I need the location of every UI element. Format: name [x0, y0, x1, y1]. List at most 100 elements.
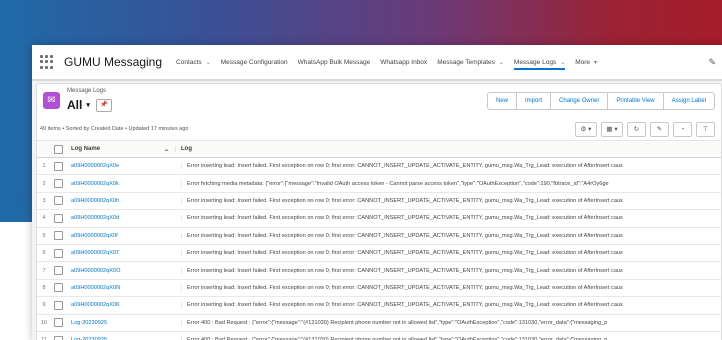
- action-button[interactable]: New: [487, 92, 518, 110]
- row-number: 5: [42, 232, 46, 239]
- log-text: Error inserting lead: Insert failed. Fir…: [181, 163, 721, 170]
- nav-item-label: More: [575, 58, 591, 66]
- edit-icon[interactable]: ✎: [650, 122, 669, 137]
- message-log-object-icon: ✉: [43, 92, 60, 109]
- chevron-down-icon[interactable]: ▾: [86, 101, 90, 109]
- row-checkbox[interactable]: [51, 248, 65, 258]
- sort-chevron-icon[interactable]: ⌄: [164, 146, 169, 153]
- action-button[interactable]: Printable View: [607, 92, 664, 110]
- table-row: 7 a09H0000002qX0O Error inserting lead: In…: [37, 262, 721, 280]
- nav-item[interactable]: Message Templates ⌄: [437, 59, 504, 66]
- table-row: 10 Log-20230925 Error 400 : Bad Request : …: [37, 315, 721, 332]
- row-number: 8: [42, 284, 46, 291]
- log-text: Error inserting lead: Insert failed. Fir…: [181, 232, 721, 239]
- row-number: 2: [42, 180, 46, 187]
- refresh-icon[interactable]: ↻: [627, 122, 646, 137]
- action-button[interactable]: Change Owner: [550, 92, 609, 110]
- nav-item-label: Message Configuration: [220, 58, 288, 66]
- pin-icon: 📌: [100, 101, 108, 108]
- row-checkbox[interactable]: [51, 196, 65, 206]
- log-name-link[interactable]: a09H0000002qX0e: [65, 163, 181, 169]
- log-name-link[interactable]: a09H0000002qX0N: [65, 285, 181, 291]
- table-row: 6 a09H0000002qX0T Error inserting lead: In…: [37, 245, 721, 263]
- log-text: Error inserting lead: Insert failed. Fir…: [181, 302, 721, 309]
- table-row: 8 a09H0000002qX0N Error inserting lead: In…: [37, 280, 721, 298]
- list-view-selector[interactable]: All ▾ 📌: [67, 98, 112, 112]
- row-number: 9: [42, 302, 46, 309]
- log-name-link[interactable]: a09H0000002qX0h: [65, 198, 181, 204]
- settings-icon[interactable]: ⚙ ▾: [575, 122, 597, 137]
- row-checkbox[interactable]: [51, 335, 65, 340]
- action-button[interactable]: Import: [516, 92, 552, 110]
- row-number: 3: [42, 197, 46, 204]
- chart-icon[interactable]: ◔: [673, 122, 692, 137]
- log-name-link[interactable]: a09H0000002qX0K: [65, 302, 181, 308]
- log-table: Log Name ⌄ Log 1 a09H0000002qX0e Error ins…: [37, 140, 721, 340]
- row-number: 4: [42, 215, 46, 222]
- log-name-link[interactable]: a09H0000002qX0k: [65, 181, 181, 187]
- log-name-link[interactable]: a09H0000002qX0f: [65, 233, 181, 239]
- chevron-down-icon[interactable]: ▾: [594, 59, 597, 66]
- table-row: 5 a09H0000002qX0f Error inserting lead: In…: [37, 228, 721, 245]
- nav-item-label: Whatsapp Inbox: [380, 58, 428, 66]
- log-text: Error 400 : Bad Request : {"error":{"mes…: [181, 319, 721, 326]
- log-name-link[interactable]: a09H0000002qX0O: [65, 268, 181, 274]
- nav-item-label: Message Templates: [437, 58, 495, 66]
- row-checkbox[interactable]: [51, 283, 65, 293]
- nav-item[interactable]: Contacts ⌄: [176, 59, 211, 66]
- filter-icon[interactable]: ⊤: [696, 122, 715, 137]
- row-number: 7: [42, 267, 46, 274]
- log-text: Error inserting lead: Insert failed. Fir…: [181, 197, 721, 204]
- edit-nav-icon[interactable]: ✎: [708, 57, 716, 68]
- list-view-card: ✉ Message Logs All ▾ 📌 New Import Change O…: [36, 83, 722, 340]
- action-button[interactable]: Assign Label: [662, 92, 715, 110]
- row-checkbox[interactable]: [51, 266, 65, 276]
- row-checkbox[interactable]: [51, 213, 65, 223]
- table-row: 11Log-20230925Error 400 : Bad Request : …: [37, 332, 721, 340]
- chevron-down-icon[interactable]: ⌄: [206, 59, 211, 66]
- nav-item[interactable]: Whatsapp Inbox: [380, 59, 427, 66]
- row-checkbox[interactable]: [51, 161, 65, 171]
- display-as-icon[interactable]: ▦ ▾: [601, 122, 623, 137]
- log-text: Error inserting lead: Insert failed. Fir…: [181, 284, 721, 291]
- table-row: 9 a09H0000002qX0K Error inserting lead: In…: [37, 297, 721, 315]
- nav-item[interactable]: Message Logs ⌄: [513, 58, 566, 70]
- log-text: Error fetching media metadata: {"error":…: [181, 180, 721, 187]
- chevron-down-icon[interactable]: ⌄: [560, 59, 565, 66]
- object-label: Message Logs: [67, 88, 107, 94]
- nav-item-label: WhatsApp Bulk Message: [297, 58, 371, 66]
- list-tools: ⚙ ▾ ▦ ▾ ↻ ✎ ◔ ⊤: [571, 122, 715, 137]
- select-all-checkbox[interactable]: [51, 144, 65, 154]
- list-actions: New Import Change Owner Printable View Assig…: [487, 92, 715, 110]
- nav-item[interactable]: More ▾: [575, 59, 597, 66]
- app-launcher-icon[interactable]: [40, 55, 54, 69]
- nav-item-label: Message Logs: [513, 58, 557, 66]
- table-row: 2 a09H0000002qX0k Error fetching media met…: [37, 175, 721, 193]
- row-checkbox[interactable]: [51, 179, 65, 189]
- salesforce-window: GUMU Messaging Contacts ⌄ Message Configur…: [32, 45, 722, 340]
- log-name-link[interactable]: Log-20230925: [65, 320, 181, 326]
- app-name: GUMU Messaging: [64, 55, 163, 69]
- pin-list-view-button[interactable]: 📌: [95, 98, 112, 112]
- log-text: Error inserting lead: Insert failed. Fir…: [181, 250, 721, 257]
- row-checkbox[interactable]: [51, 318, 65, 328]
- nav-items: Contacts ⌄ Message Configuration WhatsApp B…: [176, 55, 607, 70]
- column-header-log-name[interactable]: Log Name ⌄: [65, 146, 175, 153]
- row-number: 6: [42, 250, 46, 257]
- log-name-link[interactable]: a09H0000002qX0T: [65, 250, 181, 256]
- log-text: Error inserting lead: Insert failed. Fir…: [181, 215, 721, 222]
- table-row: 3 a09H0000002qX0h Error inserting lead: In…: [37, 193, 721, 211]
- row-number: 10: [40, 319, 48, 326]
- row-number: 1: [42, 163, 46, 170]
- column-header-log[interactable]: Log: [175, 146, 721, 152]
- row-checkbox[interactable]: [51, 231, 65, 241]
- list-meta-info: 49 items • Sorted by Created Date • Upda…: [40, 126, 189, 132]
- row-checkbox[interactable]: [51, 300, 65, 310]
- nav-item-label: Contacts: [176, 58, 202, 66]
- chevron-down-icon[interactable]: ⌄: [499, 59, 504, 66]
- app-nav-bar: GUMU Messaging Contacts ⌄ Message Configur…: [32, 45, 722, 81]
- log-name-link[interactable]: a09H0000002qX0d: [65, 215, 181, 221]
- table-header: Log Name ⌄ Log: [37, 140, 721, 158]
- nav-item[interactable]: WhatsApp Bulk Message: [298, 59, 371, 66]
- nav-item[interactable]: Message Configuration: [221, 59, 288, 66]
